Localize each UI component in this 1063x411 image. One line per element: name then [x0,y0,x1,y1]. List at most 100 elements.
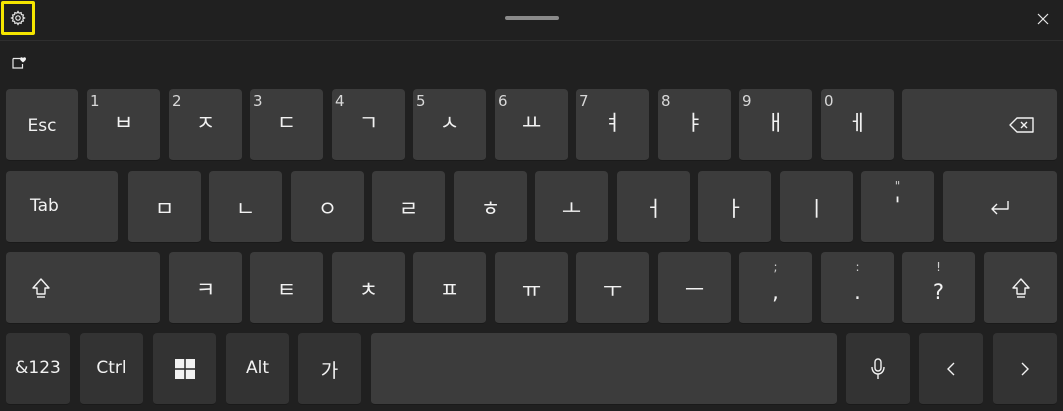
key-s-label: ㅅ [439,111,460,135]
key-t[interactable]: ㅌ [250,252,323,324]
key-yu-label: ㅠ [521,278,542,302]
key-r-label: ㄹ [398,197,419,221]
key-quote-label: ' [894,193,901,217]
chevron-left-icon [919,333,983,404]
key-a-label: ㅏ [724,197,745,221]
key-n-label: ㄴ [235,197,256,221]
key-e[interactable]: 0 ㅔ [821,89,894,161]
shift-icon [6,252,76,323]
symbols-key[interactable]: &123 [6,333,70,405]
key-quote-secondary: " [894,179,901,193]
key-p-label: ㅍ [439,278,460,302]
keyboard-title-bar [0,0,1063,41]
esc-key[interactable]: Esc [6,89,78,161]
chevron-right-icon [993,333,1057,404]
close-icon [1037,13,1049,25]
key-j-label: ㅈ [195,111,216,135]
key-ya[interactable]: 8 ㅑ [658,89,731,161]
key-n[interactable]: ㄴ [209,171,282,243]
gear-icon [10,10,26,26]
key-eu-label: ㅡ [684,278,705,302]
key-eo[interactable]: ㅓ [617,171,690,243]
key-ya-label: ㅑ [684,111,705,135]
esc-key-label: Esc [27,116,57,136]
key-ch-label: ㅊ [358,278,379,302]
key-quote[interactable]: " ' [861,171,934,243]
key-comma[interactable]: ; , [739,252,812,324]
key-period-label: . [854,280,861,304]
ctrl-key[interactable]: Ctrl [80,333,143,405]
microphone-icon [846,333,910,404]
key-question[interactable]: ! ? [902,252,975,324]
sticker-heart-icon [12,57,26,69]
key-j[interactable]: 2 ㅈ [169,89,242,161]
key-eu[interactable]: ㅡ [658,252,731,324]
tab-key-label: Tab [30,196,59,216]
key-u-label: ㅜ [602,278,623,302]
key-m-label: ㅁ [154,197,175,221]
key-period-secondary: : [855,260,860,274]
key-i-label: ㅣ [806,197,827,221]
key-g[interactable]: 4 ㄱ [332,89,405,161]
close-button[interactable] [1030,6,1056,32]
ctrl-key-label: Ctrl [96,358,127,378]
key-yu[interactable]: ㅠ [495,252,568,324]
key-yo-label: ㅛ [521,111,542,135]
key-h[interactable]: ㅎ [454,171,527,243]
key-yeo[interactable]: 7 ㅕ [576,89,649,161]
key-k-label: ㅋ [195,278,216,302]
key-ng[interactable]: ㅇ [291,171,364,243]
key-comma-secondary: ; [773,260,778,274]
key-p[interactable]: ㅍ [413,252,486,324]
settings-button[interactable] [1,1,35,35]
space-key[interactable] [371,333,837,405]
key-ae-label: ㅐ [765,111,786,135]
key-question-secondary: ! [936,260,941,274]
key-b-label: ㅂ [113,111,134,135]
tab-key[interactable]: Tab [6,171,118,243]
key-yo[interactable]: 6 ㅛ [495,89,568,161]
backspace-key[interactable] [902,89,1057,161]
backspace-icon [1007,89,1037,160]
alt-key[interactable]: Alt [226,333,289,405]
key-eo-label: ㅓ [643,197,664,221]
key-b[interactable]: 1 ㅂ [87,89,160,161]
key-d-label: ㄷ [276,111,297,135]
left-arrow-key[interactable] [919,333,983,405]
key-s[interactable]: 5 ㅅ [413,89,486,161]
key-h-label: ㅎ [480,197,501,221]
key-o-label: ㅗ [561,197,582,221]
sticker-button[interactable] [8,52,30,74]
key-k[interactable]: ㅋ [169,252,242,324]
enter-icon [943,171,1057,242]
shift-icon [984,252,1057,323]
key-u[interactable]: ㅜ [576,252,649,324]
key-yeo-label: ㅕ [602,111,623,135]
symbols-key-label: &123 [15,358,61,378]
key-d[interactable]: 3 ㄷ [250,89,323,161]
language-key[interactable]: 가 [298,333,361,405]
key-i[interactable]: ㅣ [780,171,853,243]
key-ae[interactable]: 9 ㅐ [739,89,812,161]
key-period[interactable]: : . [821,252,894,324]
key-o[interactable]: ㅗ [535,171,608,243]
key-r[interactable]: ㄹ [372,171,445,243]
key-e-label: ㅔ [847,111,868,135]
language-key-label: 가 [320,360,339,382]
key-g-label: ㄱ [358,111,379,135]
shift-right-key[interactable] [984,252,1057,324]
key-m[interactable]: ㅁ [128,171,201,243]
key-a[interactable]: ㅏ [698,171,771,243]
enter-key[interactable] [943,171,1057,243]
alt-key-label: Alt [245,358,270,378]
key-t-label: ㅌ [276,278,297,302]
windows-logo-icon [153,333,216,404]
right-arrow-key[interactable] [993,333,1057,405]
drag-handle[interactable] [505,16,559,20]
shift-left-key[interactable] [6,252,160,324]
key-ch[interactable]: ㅊ [332,252,405,324]
key-ng-label: ㅇ [317,197,338,221]
microphone-key[interactable] [846,333,910,405]
key-question-label: ? [932,280,945,304]
windows-key[interactable] [153,333,216,405]
